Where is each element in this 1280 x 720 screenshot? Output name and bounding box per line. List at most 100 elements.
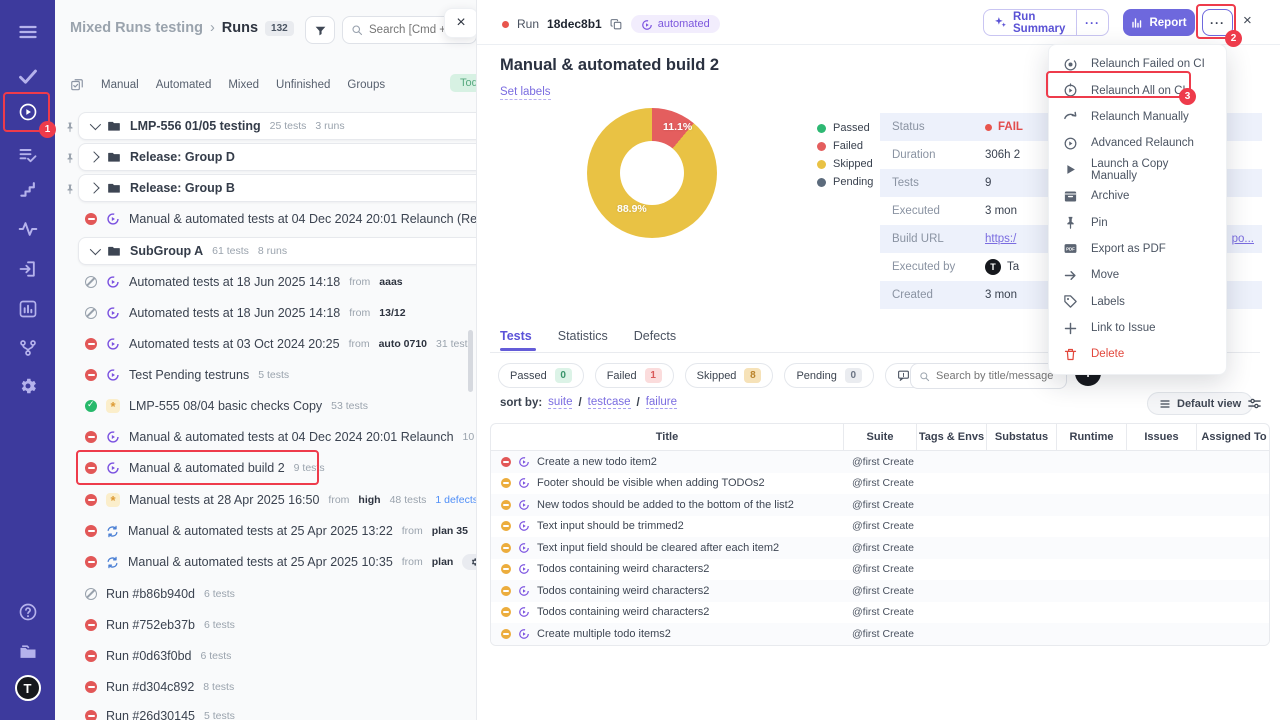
run-summary-button[interactable]: Run Summary ···: [983, 9, 1109, 36]
pulse-icon[interactable]: [16, 217, 40, 241]
column-header-issues[interactable]: Issues: [1127, 424, 1197, 450]
run-list-item[interactable]: Run #d304c892 8 tests: [85, 672, 476, 702]
column-header-assigned-to[interactable]: Assigned To: [1197, 424, 1269, 450]
run-more-actions-button[interactable]: ···: [1202, 9, 1233, 36]
column-header-runtime[interactable]: Runtime: [1057, 424, 1127, 450]
run-detail-close-button[interactable]: ×: [1243, 12, 1252, 29]
import-icon[interactable]: [16, 257, 40, 281]
sort-by-failure[interactable]: failure: [645, 396, 678, 409]
integrations-icon[interactable]: [16, 336, 40, 360]
tab-automated[interactable]: Automated: [156, 79, 212, 91]
sort-by-suite[interactable]: suite: [548, 396, 573, 409]
menu-item-delete[interactable]: Delete: [1049, 341, 1226, 367]
run-list-item[interactable]: * Manual tests at 28 Apr 2025 16:50 from hi…: [85, 485, 476, 515]
table-row[interactable]: Create multiple todo items2 @first Create…: [491, 623, 1269, 645]
tab-unfinished[interactable]: Unfinished: [276, 79, 330, 91]
run-list-item[interactable]: Test Pending testruns 5 tests: [85, 360, 476, 390]
menu-item-export-as-pdf[interactable]: PDF Export as PDF: [1049, 236, 1226, 262]
tests-icon[interactable]: [16, 64, 40, 88]
tab-mixed[interactable]: Mixed: [228, 79, 259, 91]
run-group-card[interactable]: Release: Group B: [78, 174, 476, 202]
column-header-tags-envs[interactable]: Tags & Envs: [917, 424, 987, 450]
table-row[interactable]: New todos should be added to the bottom …: [491, 494, 1269, 516]
menu-item-link-to-issue[interactable]: Link to Issue: [1049, 315, 1226, 341]
failed-filter-chip[interactable]: Failed 1: [594, 363, 674, 388]
help-icon[interactable]: [16, 600, 40, 624]
run-list-item[interactable]: Run #752eb37b 6 tests: [85, 610, 476, 640]
menu-item-relaunch-manually[interactable]: Relaunch Manually: [1049, 104, 1226, 130]
breadcrumb-project[interactable]: Mixed Runs testing: [70, 20, 203, 36]
run-list-item[interactable]: Manual & automated tests at 25 Apr 2025 …: [85, 516, 476, 546]
milestones-icon[interactable]: [16, 177, 40, 201]
defects-link[interactable]: 1 defects: [435, 494, 476, 506]
run-list-item[interactable]: * LMP-555 08/04 basic checks Copy 53 tests: [85, 391, 476, 421]
menu-item-launch-a-copy-manually[interactable]: Launch a Copy Manually: [1049, 157, 1226, 183]
filter-button[interactable]: [305, 16, 335, 44]
chevron-right-icon[interactable]: [88, 182, 100, 194]
default-view-button[interactable]: Default view: [1147, 392, 1254, 415]
tab-statistics[interactable]: Statistics: [558, 329, 608, 343]
table-row[interactable]: Todos containing weird characters2 @first…: [491, 580, 1269, 602]
panel-close-button[interactable]: ×: [444, 8, 476, 38]
menu-item-labels[interactable]: Labels: [1049, 289, 1226, 315]
set-labels-link[interactable]: Set labels: [500, 86, 551, 100]
test-plans-icon[interactable]: [16, 143, 40, 167]
settings-icon[interactable]: [16, 374, 40, 398]
tests-search[interactable]: [910, 363, 1067, 389]
multi-select-icon[interactable]: [70, 78, 84, 92]
run-list-item[interactable]: Manual & automated build 2 9 tests: [85, 453, 476, 483]
menu-icon[interactable]: [16, 20, 40, 44]
run-group-card[interactable]: SubGroup A 61 tests 8 runs: [78, 237, 476, 265]
tests-search-input[interactable]: [936, 370, 1058, 382]
column-header-suite[interactable]: Suite: [844, 424, 917, 450]
menu-item-advanced-relaunch[interactable]: Advanced Relaunch: [1049, 130, 1226, 156]
table-row[interactable]: Text input field should be cleared after…: [491, 537, 1269, 559]
table-row[interactable]: Todos containing weird characters2 @first…: [491, 602, 1269, 624]
projects-icon[interactable]: [16, 640, 40, 664]
report-url-link[interactable]: po...: [1232, 233, 1254, 245]
pending-filter-chip[interactable]: Pending 0: [784, 363, 874, 388]
analytics-icon[interactable]: [16, 297, 40, 321]
tab-defects[interactable]: Defects: [634, 329, 676, 343]
table-row[interactable]: Footer should be visible when adding TOD…: [491, 473, 1269, 495]
sort-by-testcase[interactable]: testcase: [587, 396, 631, 409]
tab-manual[interactable]: Manual: [101, 79, 139, 91]
run-list-item[interactable]: Automated tests at 18 Jun 2025 14:18 from…: [85, 267, 476, 297]
run-list-item[interactable]: Manual & automated tests at 25 Apr 2025 …: [85, 547, 476, 577]
copy-run-id-icon[interactable]: [610, 18, 623, 31]
passed-filter-chip[interactable]: Passed 0: [498, 363, 584, 388]
column-header-substatus[interactable]: Substatus: [987, 424, 1057, 450]
chevron-right-icon[interactable]: [88, 151, 100, 163]
automated-badge[interactable]: automated: [630, 15, 720, 33]
chevron-down-icon[interactable]: [89, 243, 102, 256]
runs-icon[interactable]: [16, 100, 40, 124]
run-list-item[interactable]: Run #b86b940d 6 tests: [85, 579, 476, 609]
menu-item-move[interactable]: Move: [1049, 262, 1226, 288]
run-list-item[interactable]: Run #26d30145 5 tests: [85, 701, 476, 720]
run-list-item[interactable]: Manual & automated tests at 04 Dec 2024 …: [85, 204, 476, 234]
run-list-item[interactable]: Manual & automated tests at 04 Dec 2024 …: [85, 422, 476, 452]
user-avatar[interactable]: T: [14, 675, 41, 701]
table-row[interactable]: Create a new todo item2 @first Create ...: [491, 451, 1269, 473]
menu-item-relaunch-failed-on-ci[interactable]: Relaunch Failed on CI: [1049, 51, 1226, 77]
menu-item-pin[interactable]: Pin: [1049, 209, 1226, 235]
menu-item-relaunch-all-on-ci[interactable]: Relaunch All on CI: [1049, 77, 1226, 103]
build-url-link[interactable]: https:/: [985, 233, 1016, 245]
tab-today-chip[interactable]: Today: [450, 74, 476, 92]
column-header-title[interactable]: Title: [491, 424, 844, 450]
report-button[interactable]: Report: [1123, 9, 1195, 36]
run-group-card[interactable]: Release: Group D: [78, 143, 476, 171]
tab-tests[interactable]: Tests: [500, 329, 532, 343]
table-row[interactable]: Todos containing weird characters2 @first…: [491, 559, 1269, 581]
run-list-item[interactable]: Automated tests at 03 Oct 2024 20:25 from…: [85, 329, 476, 359]
runs-list-scrollbar[interactable]: [468, 330, 473, 392]
run-list-item[interactable]: Automated tests at 18 Jun 2025 14:18 from…: [85, 298, 476, 328]
run-group-card[interactable]: LMP-556 01/05 testing 25 tests 3 runs: [78, 112, 476, 140]
run-summary-more-button[interactable]: ···: [1077, 16, 1108, 30]
chevron-down-icon[interactable]: [89, 118, 102, 131]
table-row[interactable]: Text input should be trimmed2 @first Crea…: [491, 516, 1269, 538]
tab-groups[interactable]: Groups: [347, 79, 385, 91]
skipped-filter-chip[interactable]: Skipped 8: [684, 363, 774, 388]
menu-item-archive[interactable]: Archive: [1049, 183, 1226, 209]
run-list-item[interactable]: Run #0d63f0bd 6 tests: [85, 641, 476, 671]
